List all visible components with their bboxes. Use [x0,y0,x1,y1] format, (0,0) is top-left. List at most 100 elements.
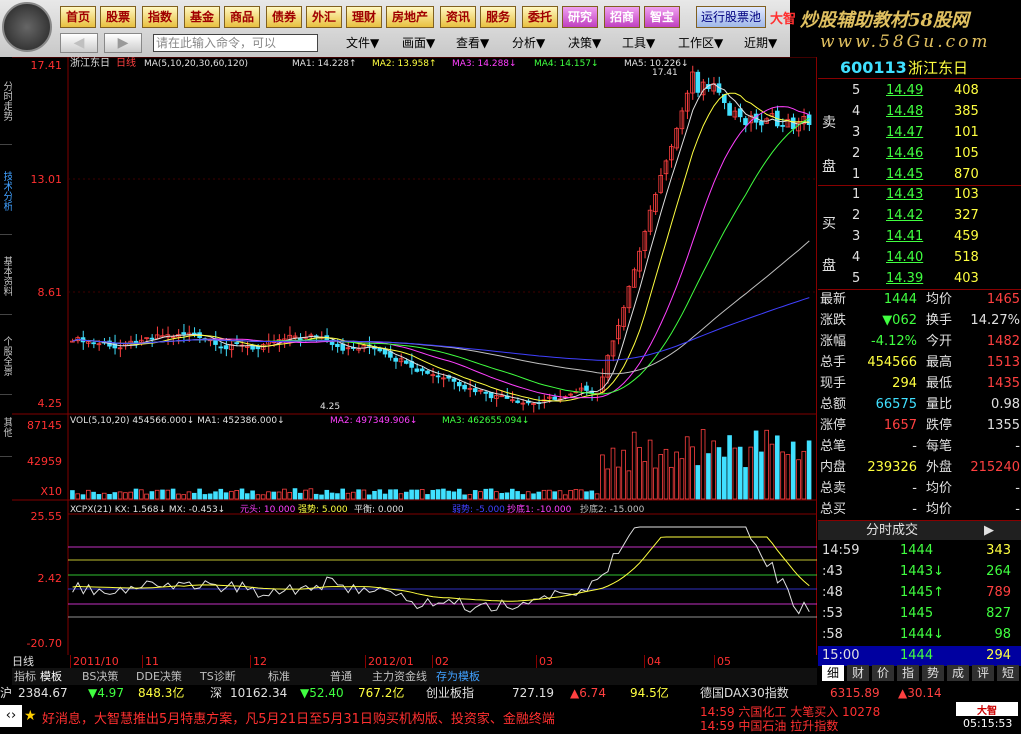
volume-bar [419,489,425,500]
toolbar-button-9[interactable]: 资讯 [440,6,476,28]
bottom-tab-8[interactable]: 存为模板 [436,668,480,685]
toolbar-button-10[interactable]: 服务 [480,6,516,28]
toolbar-button-8[interactable]: 房地产 [386,6,434,28]
volume-bar [345,492,351,500]
sell-level-1[interactable]: 1 14.45 870 [818,165,1021,185]
menu-1[interactable]: 画面▼ [402,33,435,53]
marquee-text[interactable]: 好消息，大智慧推出5月特惠方案，凡5月21日至5月31日购买机构版、投资家、金融… [42,708,694,727]
left-tab-0[interactable]: 分时走势 [0,57,12,145]
menu-3[interactable]: 分析▼ [512,33,545,53]
toolbar-button-0[interactable]: 首页 [60,6,96,28]
buy-level-4[interactable]: 4 14.40 518 [818,248,1021,268]
period-label[interactable]: 日线 [12,655,34,668]
ind-header: XCPX(21) KX: 1.568↓ MX: -0.453↓ [70,505,225,515]
toolbar-button-1[interactable]: 股票 [100,6,136,28]
stock-pool-button[interactable]: 运行股票池 [696,6,766,28]
toolbar-button-13[interactable]: 招商 [604,6,640,28]
volume-bar [356,489,361,500]
star-icon: ★ [24,708,37,724]
left-tab-1[interactable]: 技术分析 [0,147,12,235]
sell-level-5[interactable]: 5 14.49 408 [818,81,1021,101]
candle-body [727,103,732,116]
bottom-tab-0[interactable]: 指标 [14,668,36,685]
toolbar-button-12[interactable]: 研究 [562,6,598,28]
panel-tab-5[interactable]: 成 [947,665,969,681]
toolbar-button-4[interactable]: 商品 [224,6,260,28]
marquee-nav-icon[interactable]: ‹› [0,705,22,727]
stat-row-0: 最新 1444 均价 1465 [818,290,1021,310]
toolbar-button-11[interactable]: 委托 [522,6,558,28]
menu-6[interactable]: 工作区▼ [678,33,723,53]
buy-level-3[interactable]: 3 14.41 459 [818,227,1021,247]
left-tab-2[interactable]: 基本资料 [0,237,12,315]
toolbar-button-2[interactable]: 指数 [142,6,178,28]
toolbar-button-6[interactable]: 外汇 [306,6,342,28]
buy-level-2[interactable]: 2 14.42 327 [818,206,1021,226]
bottom-tab-7[interactable]: 主力资金线 [372,668,427,685]
bottom-tab-2[interactable]: BS决策 [82,668,118,685]
panel-tab-4[interactable]: 势 [922,665,944,681]
panel-tab-6[interactable]: 评 [972,665,994,681]
vol-ma2: MA2: 497349.906↓ [330,416,417,426]
buy-level-1[interactable]: 1 14.43 103 [818,185,1021,205]
stat-label: 总笔 [820,439,847,454]
menu-7[interactable]: 近期▼ [744,33,777,53]
ind-level-2: 平衡: 0.000 [354,503,404,515]
stat-value-2: 1355 [986,418,1020,433]
menu-5[interactable]: 工具▼ [622,33,655,53]
panel-tab-3[interactable]: 指 [897,665,919,681]
chart-title: 浙江东日 [70,57,110,69]
kline-chart[interactable]: 浙江东日 日线 MA(5,10,20,30,60,120) MA1: 14.228↑ M… [12,56,817,655]
brand-title: 炒股辅助教材58股网 [800,10,970,31]
volume-bar [313,493,319,500]
toolbar-button-5[interactable]: 债券 [266,6,302,28]
volume-bar [425,494,430,500]
panel-tab-2[interactable]: 价 [872,665,894,681]
volume-bar [780,451,785,500]
forward-button[interactable]: ▶ [104,33,142,53]
volume-bar [276,491,282,500]
ma-line-30 [72,117,810,395]
sell-level-4[interactable]: 4 14.48 385 [818,102,1021,122]
ticks-header[interactable]: 分时成交 ▶ [818,520,1021,540]
bottom-tab-1[interactable]: 模板 [40,668,62,685]
volume-bar [547,489,552,500]
sell-level-2[interactable]: 2 14.46 105 [818,144,1021,164]
menu-2[interactable]: 查看▼ [456,33,489,53]
panel-tab-0[interactable]: 细 [822,665,844,681]
panel-tab-1[interactable]: 财 [847,665,869,681]
stat-label: 现手 [820,376,847,391]
menu-4[interactable]: 决策▼ [568,33,601,53]
toolbar-button-14[interactable]: 智宝 [644,6,680,28]
stat-row-8: 内盘 239326 外盘 215240 [818,458,1021,478]
tick-time: :53 [822,606,843,621]
bottom-tab-4[interactable]: TS诊断 [200,668,236,685]
marquee-alert-2[interactable]: 14:59 中国石油 拉升指数 [700,717,838,734]
bottom-tab-5[interactable]: 标准 [268,668,290,685]
toolbar-button-3[interactable]: 基金 [184,6,220,28]
bottom-tab-6[interactable]: 普通 [330,668,352,685]
price-tick-3: 4.25 [38,397,63,410]
stat-label: 最新 [820,292,847,307]
toolbar-button-7[interactable]: 理财 [346,6,382,28]
bottom-tab-3[interactable]: DDE决策 [136,668,182,685]
left-tab-4[interactable]: 其他 [0,397,12,457]
panel-tab-7[interactable]: 短 [997,665,1019,681]
stat-row-1: 涨跌 ▼062 换手 14.27% [818,311,1021,331]
menu-0[interactable]: 文件▼ [346,33,379,53]
ticks-arrow-icon[interactable]: ▶ [984,521,994,541]
level-volume: 385 [954,104,979,119]
buy-level-5[interactable]: 5 14.39 403 [818,269,1021,289]
high-label: 17.41 [652,68,678,78]
date-tick-7: 05 [714,655,731,668]
status-sh: 沪 [0,686,13,700]
sell-level-3[interactable]: 3 14.47 101 [818,123,1021,143]
command-input[interactable]: 请在此输入命令，可以 [153,34,318,52]
volume-bar [605,468,610,500]
back-button[interactable]: ◀ [60,33,98,53]
vol-tick-1: 42959 [27,455,62,468]
volume-bar [244,493,250,500]
ind-tick-2: -20.70 [27,637,62,650]
date-tick-6: 04 [644,655,661,668]
left-tab-3[interactable]: 个股全景 [0,317,12,395]
